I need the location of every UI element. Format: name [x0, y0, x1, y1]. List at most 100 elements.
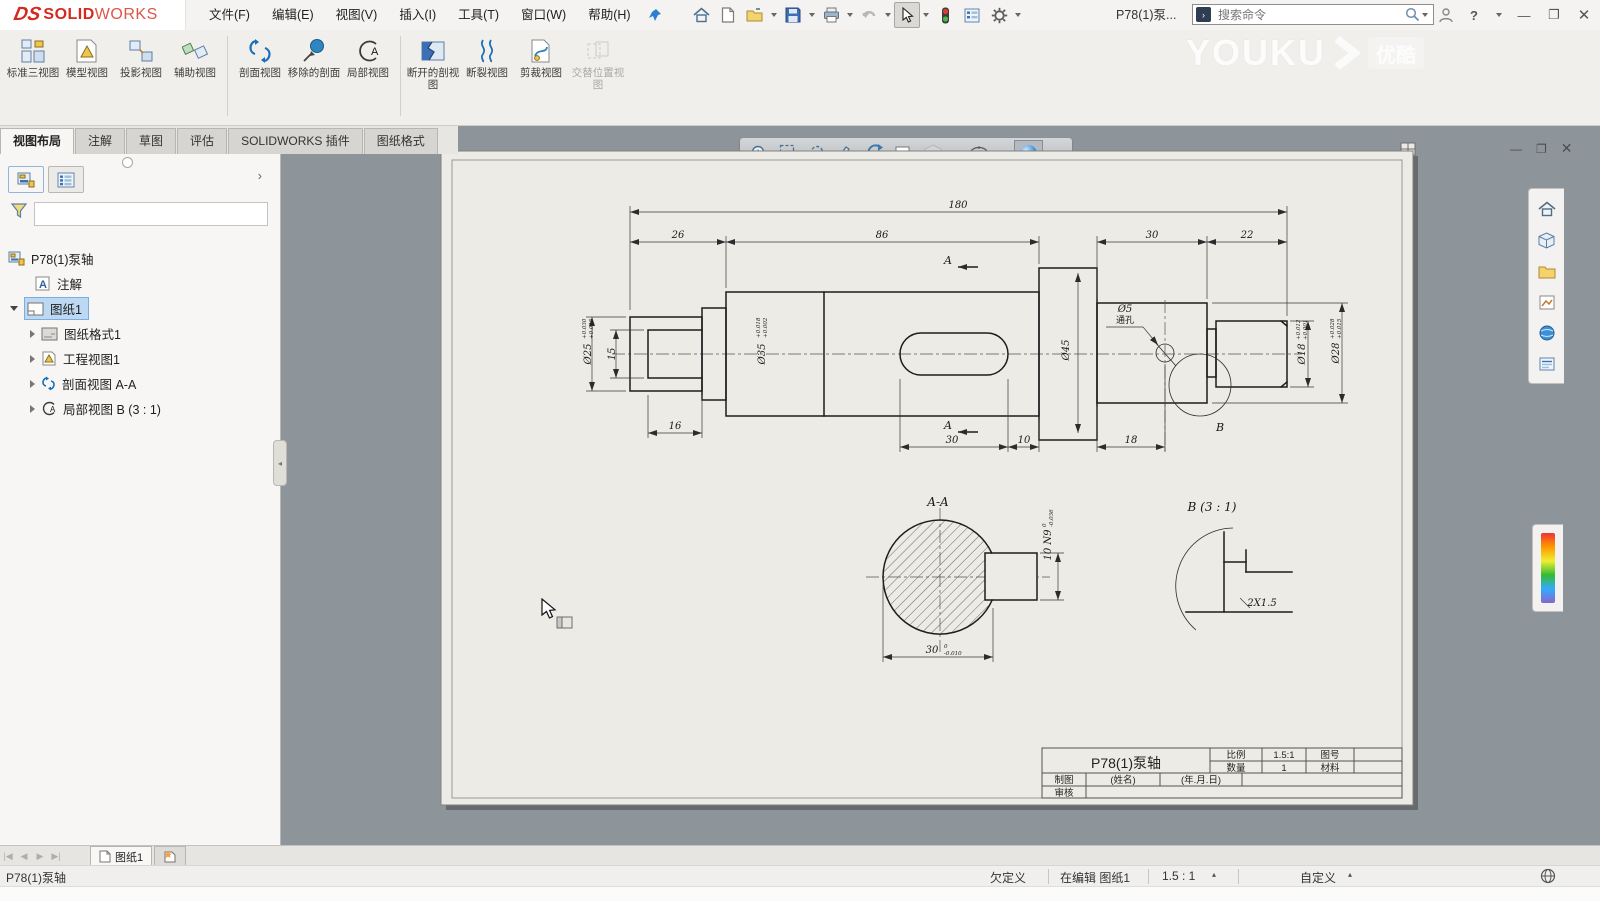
- options-gear-icon[interactable]: [986, 2, 1012, 28]
- doc-close-button[interactable]: ✕: [1561, 140, 1573, 157]
- search-dropdown-caret[interactable]: [1422, 13, 1428, 17]
- home-button[interactable]: [688, 2, 714, 28]
- drawing-sheet[interactable]: B 180 26 86 30 22 A A Ø25 +0.030 +0.015 …: [440, 150, 1418, 810]
- projected-view-button[interactable]: 投影视图: [114, 36, 168, 79]
- design-library-folder-icon[interactable]: [1538, 265, 1556, 279]
- dim-30[interactable]: 30: [1146, 230, 1159, 241]
- search-input[interactable]: [1216, 7, 1405, 23]
- model-view-button[interactable]: 模型视图: [60, 36, 114, 79]
- expand-right-icon[interactable]: [30, 380, 35, 388]
- dim-16[interactable]: 16: [669, 421, 682, 432]
- design-tree-toggle-button[interactable]: [959, 2, 985, 28]
- dim-hole-pos[interactable]: 18: [1125, 435, 1138, 446]
- home-tab-icon[interactable]: [1538, 201, 1556, 217]
- status-scale[interactable]: 1.5 : 1: [1162, 869, 1195, 883]
- close-button[interactable]: ✕: [1574, 6, 1594, 24]
- menu-insert[interactable]: 插入(I): [388, 0, 447, 30]
- dim-key-len[interactable]: 30: [946, 435, 959, 446]
- cut-letter-top[interactable]: A: [943, 254, 952, 267]
- add-sheet-tab[interactable]: [154, 846, 186, 866]
- pin-menu-icon[interactable]: [644, 4, 666, 26]
- hole-dia-label[interactable]: Ø5: [1117, 304, 1133, 315]
- dia-28[interactable]: Ø28: [1331, 343, 1342, 365]
- appearances-palette-tab[interactable]: [1532, 524, 1563, 612]
- tree-root-drawing[interactable]: P78(1)泵轴: [0, 246, 280, 271]
- tab-evaluate[interactable]: 评估: [177, 128, 227, 154]
- tree-item-annotations[interactable]: A 注解: [0, 271, 280, 296]
- save-button[interactable]: [780, 2, 806, 28]
- dia-25[interactable]: Ø25: [583, 344, 594, 366]
- detail-view-button[interactable]: A 局部视图: [341, 36, 395, 79]
- dim-22[interactable]: 22: [1240, 230, 1254, 241]
- options-dropdown-caret[interactable]: [1015, 13, 1021, 17]
- restore-button[interactable]: ❐: [1544, 7, 1564, 23]
- sheet-paper[interactable]: [441, 151, 1413, 805]
- expand-right-icon[interactable]: [30, 330, 35, 338]
- menu-view[interactable]: 视图(V): [325, 0, 389, 30]
- file-explorer-icon[interactable]: [1539, 295, 1555, 310]
- menu-help[interactable]: 帮助(H): [577, 0, 641, 30]
- select-tool-button[interactable]: [894, 2, 920, 28]
- expand-right-icon[interactable]: [30, 355, 35, 363]
- panel-splitter-handle[interactable]: ◂: [273, 440, 287, 486]
- dia-18[interactable]: Ø18: [1297, 344, 1308, 366]
- detail-title[interactable]: B (3 : 1): [1187, 500, 1237, 514]
- selected-tree-item[interactable]: 图纸1: [24, 297, 89, 320]
- print-button[interactable]: [818, 2, 844, 28]
- tab-sketch[interactable]: 草图: [126, 128, 176, 154]
- section-view-button[interactable]: 剖面视图: [233, 36, 287, 79]
- nav-next-icon[interactable]: ▶: [32, 851, 48, 862]
- resources-cube-icon[interactable]: [1538, 232, 1555, 249]
- select-dropdown-caret[interactable]: [923, 13, 929, 17]
- tree-item-detail-view[interactable]: A 局部视图 B (3 : 1): [0, 396, 280, 421]
- hole-note-label[interactable]: 通孔: [1116, 315, 1134, 325]
- panel-expand-chevron[interactable]: ›: [258, 168, 262, 183]
- dia-35[interactable]: Ø35: [757, 344, 768, 366]
- nav-first-icon[interactable]: |◀: [0, 851, 16, 862]
- tree-item-drawing-view1[interactable]: 工程视图1: [0, 346, 280, 371]
- removed-section-button[interactable]: 移除的剖面: [287, 36, 341, 79]
- dim-15[interactable]: 15: [607, 348, 618, 361]
- open-button[interactable]: [742, 2, 768, 28]
- undo-dropdown-caret[interactable]: [885, 13, 891, 17]
- dim-26[interactable]: 26: [671, 230, 685, 241]
- menu-edit[interactable]: 编辑(E): [261, 0, 325, 30]
- crop-view-button[interactable]: 剪裁视图: [514, 36, 568, 79]
- menu-file[interactable]: 文件(F): [198, 0, 261, 30]
- dim-key-off[interactable]: 10: [1018, 435, 1031, 446]
- doc-restore-button[interactable]: ❐: [1536, 142, 1547, 156]
- user-account-icon[interactable]: [1438, 7, 1454, 23]
- new-document-button[interactable]: [715, 2, 741, 28]
- dim-86[interactable]: 86: [876, 230, 889, 241]
- section-title[interactable]: A-A: [926, 495, 949, 509]
- filter-funnel-icon[interactable]: [10, 202, 28, 220]
- key-width[interactable]: 10 N9: [1043, 529, 1054, 561]
- open-dropdown-caret[interactable]: [771, 13, 777, 17]
- help-dropdown-caret[interactable]: [1496, 13, 1502, 17]
- chamfer-dim[interactable]: 2X1.5: [1246, 598, 1276, 609]
- auxiliary-view-button[interactable]: 辅助视图: [168, 36, 222, 79]
- tree-item-section-view[interactable]: 剖面视图 A-A: [0, 371, 280, 396]
- feature-tree-tab[interactable]: [8, 166, 44, 193]
- menu-window[interactable]: 窗口(W): [510, 0, 577, 30]
- status-units[interactable]: 自定义: [1300, 869, 1336, 886]
- globe-status-icon[interactable]: [1540, 868, 1556, 884]
- scale-spin-icon[interactable]: ▴: [1212, 870, 1216, 879]
- broken-out-section-button[interactable]: 断开的剖视图: [406, 36, 460, 91]
- tree-filter-input[interactable]: [34, 202, 268, 226]
- expand-down-icon[interactable]: [10, 306, 18, 311]
- print-dropdown-caret[interactable]: [847, 13, 853, 17]
- dim-overall[interactable]: 180: [948, 200, 968, 211]
- save-dropdown-caret[interactable]: [809, 13, 815, 17]
- tree-item-sheet1[interactable]: 图纸1: [0, 296, 280, 321]
- tab-annotation[interactable]: 注解: [75, 128, 125, 154]
- sec-depth[interactable]: 30: [926, 645, 939, 656]
- dia-45[interactable]: Ø45: [1061, 340, 1072, 362]
- tree-item-sheet-format[interactable]: 图纸格式1: [0, 321, 280, 346]
- minimize-button[interactable]: —: [1514, 8, 1534, 23]
- performance-light-icon[interactable]: [932, 2, 958, 28]
- detail-letter[interactable]: B: [1215, 421, 1224, 434]
- property-manager-tab[interactable]: [48, 166, 84, 193]
- units-spin-icon[interactable]: ▴: [1348, 870, 1352, 879]
- doc-minimize-button[interactable]: —: [1510, 142, 1522, 156]
